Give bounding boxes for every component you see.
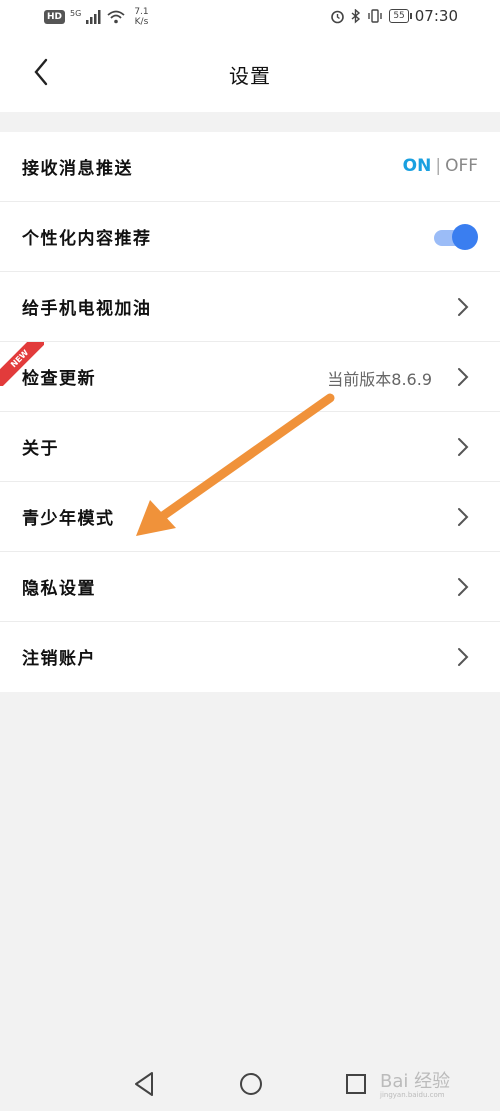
signal-icon bbox=[86, 10, 101, 24]
chevron-right-icon bbox=[458, 508, 469, 526]
alarm-icon bbox=[331, 10, 345, 23]
title-bar: 设置 bbox=[0, 34, 500, 112]
vibrate-icon bbox=[368, 9, 383, 23]
setting-label: 给手机电视加油 bbox=[22, 299, 152, 319]
page-title: 设置 bbox=[229, 64, 271, 88]
net-speed-unit: K/s bbox=[134, 17, 149, 27]
chevron-right-icon bbox=[458, 368, 469, 386]
personalized-toggle[interactable] bbox=[432, 224, 478, 250]
toggle-knob bbox=[452, 224, 478, 250]
push-onoff-switch[interactable]: ON | OFF bbox=[403, 156, 478, 176]
net-speed: 7.1 K/s bbox=[134, 7, 148, 27]
system-nav-bar: Bai 经验 jingyan.baidu.com bbox=[0, 1057, 500, 1111]
nav-recent-icon[interactable] bbox=[344, 1071, 368, 1097]
setting-row-privacy[interactable]: 隐私设置 bbox=[0, 552, 500, 622]
watermark: Bai 经验 bbox=[380, 1071, 451, 1092]
setting-row-cheer[interactable]: 给手机电视加油 bbox=[0, 272, 500, 342]
status-right: 55 07:30 bbox=[330, 7, 458, 25]
settings-list: 接收消息推送 ON | OFF 个性化内容推荐 给手机电视加油 NEW 检查更新 当… bbox=[0, 132, 500, 692]
hd-badge: HD bbox=[44, 10, 66, 24]
setting-row-update[interactable]: NEW 检查更新 当前版本8.6.9 bbox=[0, 342, 500, 412]
setting-row-cancel-account[interactable]: 注销账户 bbox=[0, 622, 500, 692]
watermark-sub: jingyan.baidu.com bbox=[380, 1091, 445, 1099]
chevron-right-icon bbox=[458, 648, 469, 666]
current-version: 当前版本8.6.9 bbox=[327, 370, 432, 389]
setting-label: 注销账户 bbox=[22, 649, 96, 669]
bluetooth-icon bbox=[351, 8, 361, 24]
setting-label: 隐私设置 bbox=[22, 579, 96, 599]
battery-indicator: 55 bbox=[389, 9, 413, 23]
chevron-right-icon bbox=[458, 438, 469, 456]
status-left: HD 5G 7.1 K/s bbox=[44, 7, 149, 27]
onoff-separator: | bbox=[435, 156, 442, 176]
nav-back-icon[interactable] bbox=[132, 1071, 156, 1097]
setting-label: 关于 bbox=[22, 439, 59, 459]
setting-label: 个性化内容推荐 bbox=[22, 229, 152, 249]
net-speed-value: 7.1 bbox=[134, 7, 149, 17]
off-option[interactable]: OFF bbox=[445, 156, 478, 176]
network-label: 5G bbox=[70, 8, 82, 18]
setting-label: 接收消息推送 bbox=[22, 159, 133, 179]
status-time: 07:30 bbox=[414, 7, 458, 25]
setting-label: 检查更新 bbox=[22, 369, 96, 389]
setting-row-push[interactable]: 接收消息推送 ON | OFF bbox=[0, 132, 500, 202]
setting-row-personalized[interactable]: 个性化内容推荐 bbox=[0, 202, 500, 272]
on-option[interactable]: ON bbox=[403, 156, 432, 176]
status-bar: HD 5G 7.1 K/s 55 07:30 bbox=[0, 0, 500, 34]
setting-label: 青少年模式 bbox=[22, 509, 115, 529]
nav-home-icon[interactable] bbox=[239, 1071, 263, 1097]
setting-row-teen-mode[interactable]: 青少年模式 bbox=[0, 482, 500, 552]
chevron-right-icon bbox=[458, 578, 469, 596]
wifi-icon bbox=[107, 10, 125, 24]
setting-row-about[interactable]: 关于 bbox=[0, 412, 500, 482]
chevron-right-icon bbox=[458, 298, 469, 316]
